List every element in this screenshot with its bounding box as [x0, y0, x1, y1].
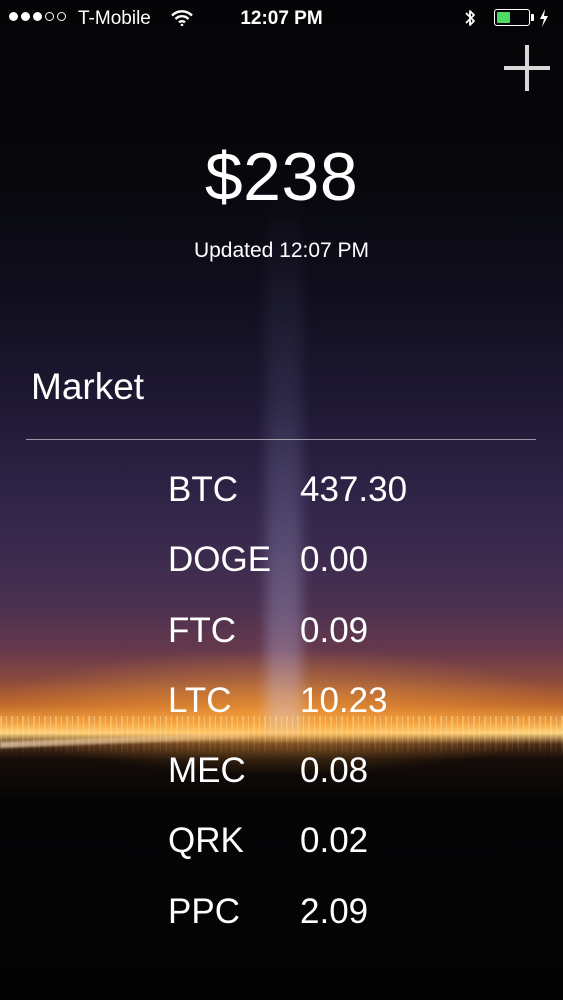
battery-tip	[531, 14, 534, 21]
coin-price: 10.23	[300, 680, 388, 720]
portfolio-balance: $238	[204, 139, 359, 215]
coin-symbol: MEC	[168, 751, 246, 791]
coin-symbol: FTC	[168, 610, 237, 650]
app-screen: T-Mobile 12:07 PM $238 Updated 12:07 PM …	[0, 0, 563, 1000]
coin-symbol: QRK	[168, 821, 244, 861]
coin-symbol: BTC	[168, 470, 238, 509]
market-row[interactable]: MEC 0.08	[168, 749, 460, 819]
battery-level-fill	[497, 12, 510, 23]
coin-price: 0.02	[300, 821, 369, 861]
bluetooth-icon	[464, 8, 476, 34]
add-button[interactable]	[503, 45, 551, 93]
market-row[interactable]: LTC 10.23	[168, 679, 460, 749]
market-row[interactable]: QRK 0.02	[168, 819, 460, 889]
coin-price: 0.09	[300, 610, 369, 650]
coin-price: 437.30	[300, 470, 408, 509]
market-list: BTC 437.30 DOGE 0.00 FTC 0.09 LTC 10.23 …	[168, 468, 460, 960]
coin-price: 0.00	[300, 540, 369, 580]
battery-icon	[494, 9, 530, 26]
status-time: 12:07 PM	[240, 8, 323, 29]
market-row[interactable]: PPC 2.09	[168, 890, 460, 960]
coin-price: 2.09	[300, 891, 369, 931]
market-row[interactable]: BTC 437.30	[168, 468, 460, 538]
status-bar: T-Mobile 12:07 PM	[0, 0, 563, 38]
market-row[interactable]: DOGE 0.00	[168, 538, 460, 608]
market-section-title: Market	[31, 366, 145, 407]
coin-symbol: DOGE	[168, 540, 272, 580]
last-updated-label: Updated 12:07 PM	[193, 239, 370, 262]
coin-symbol: PPC	[168, 891, 240, 931]
lightning-bolt-icon	[539, 8, 549, 34]
coin-price: 0.08	[300, 751, 369, 791]
coin-symbol: LTC	[168, 680, 232, 720]
market-row[interactable]: FTC 0.09	[168, 609, 460, 679]
section-divider	[26, 439, 536, 440]
